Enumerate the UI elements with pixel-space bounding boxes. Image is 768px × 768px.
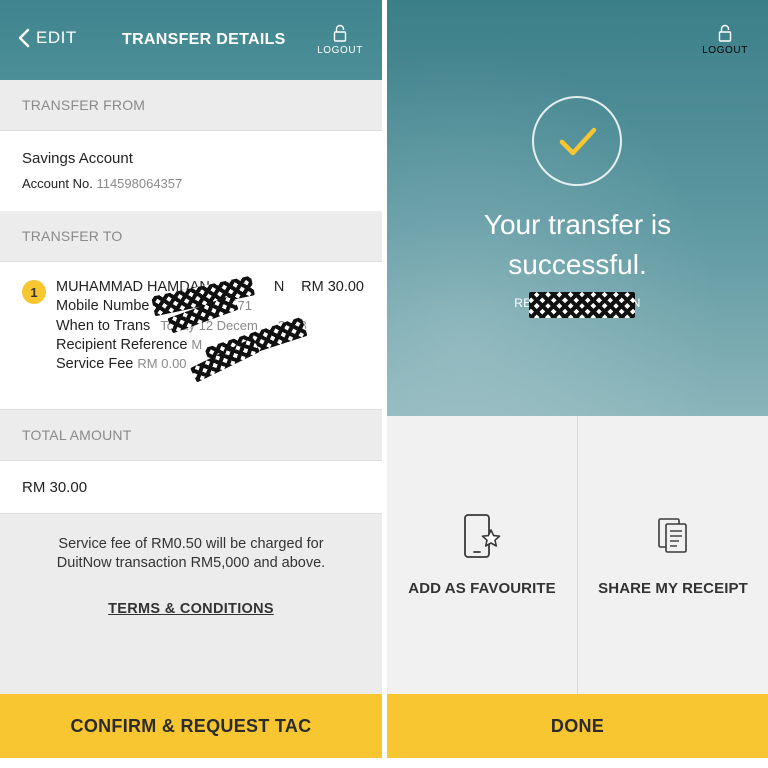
edit-back-button[interactable]: EDIT (18, 28, 77, 48)
service-fee-note: Service fee of RM0.50 will be charged fo… (0, 535, 382, 573)
success-check-badge (532, 96, 622, 186)
done-button[interactable]: DONE (387, 694, 768, 758)
confirm-request-tac-label: CONFIRM & REQUEST TAC (70, 715, 312, 736)
transfer-success-screen: LOGOUT Your transfer is successful. RE N … (387, 0, 768, 768)
redaction-mark (529, 292, 635, 318)
recipient-reference-value: M (191, 337, 203, 352)
recipient-reference-label: Recipient Reference (56, 337, 188, 353)
app-header: EDIT TRANSFER DETAILS LOGOUT (0, 0, 382, 80)
lock-icon (333, 24, 347, 42)
transfer-date-label: When to Trans (56, 318, 151, 334)
total-amount-header: TOTAL AMOUNT (0, 410, 382, 460)
success-line2: successful. (508, 249, 647, 280)
chevron-left-icon (18, 28, 30, 48)
checkmark-icon (559, 127, 597, 156)
add-as-favourite-button[interactable]: ADD AS FAVOURITE (387, 416, 577, 694)
phone-star-icon (464, 514, 501, 558)
recipient-reference-row: Recipient Reference M (56, 337, 202, 353)
terms-container: TERMS & CONDITIONS (0, 600, 382, 618)
service-fee-value: RM 0.00 (137, 356, 187, 371)
done-label: DONE (550, 715, 605, 736)
success-hero: LOGOUT Your transfer is successful. RE N (387, 0, 768, 416)
service-fee-note-line2: DuitNow transaction RM5,000 and above. (56, 555, 326, 571)
account-number-label: Account No. (22, 176, 93, 191)
service-fee-note-line1: Service fee of RM0.50 will be charged fo… (58, 536, 324, 552)
total-amount-card: RM 30.00 (0, 460, 382, 514)
success-line1: Your transfer is (483, 209, 672, 240)
service-fee-row: Service Fee RM 0.00 (56, 356, 187, 372)
logout-button-right[interactable]: LOGOUT (697, 24, 753, 56)
logout-label-right: LOGOUT (702, 45, 748, 56)
account-name: Savings Account (22, 150, 133, 167)
transfer-to-header: TRANSFER TO (0, 211, 382, 261)
recipient-name-tail: N (273, 279, 285, 295)
logout-label: LOGOUT (317, 45, 363, 56)
mobile-number-label: Mobile Numbe (56, 298, 150, 314)
transfer-from-header: TRANSFER FROM (0, 80, 382, 130)
success-message: Your transfer is successful. (387, 205, 768, 285)
page-title: TRANSFER DETAILS (122, 31, 286, 48)
add-as-favourite-label: ADD AS FAVOURITE (408, 580, 556, 597)
bottom-strip (0, 758, 768, 768)
terms-conditions-link[interactable]: TERMS & CONDITIONS (108, 601, 274, 617)
total-amount-value: RM 30.00 (22, 479, 88, 496)
logout-button[interactable]: LOGOUT (312, 24, 368, 56)
lock-icon (718, 24, 732, 42)
receipt-icon (658, 518, 687, 553)
account-number-value: 114598064357 (96, 176, 183, 191)
share-my-receipt-button[interactable]: SHARE MY RECEIPT (577, 416, 768, 694)
post-transfer-actions: ADD AS FAVOURITE SHARE MY RECEIPT (387, 416, 768, 694)
transfer-details-screen: EDIT TRANSFER DETAILS LOGOUT TRANSFER FR… (0, 0, 382, 768)
transfer-from-card[interactable]: Savings Account Account No. 114598064357 (0, 130, 382, 212)
recipient-count-badge: 1 (22, 280, 46, 304)
edit-label: EDIT (36, 28, 77, 47)
share-my-receipt-label: SHARE MY RECEIPT (598, 580, 748, 597)
confirm-request-tac-button[interactable]: CONFIRM & REQUEST TAC (0, 694, 382, 758)
mobile-number-tail: 71 (237, 298, 252, 313)
service-fee-label: Service Fee (56, 356, 134, 372)
account-number-row: Account No. 114598064357 (22, 176, 182, 191)
recipient-amount: RM 30.00 (301, 279, 364, 295)
